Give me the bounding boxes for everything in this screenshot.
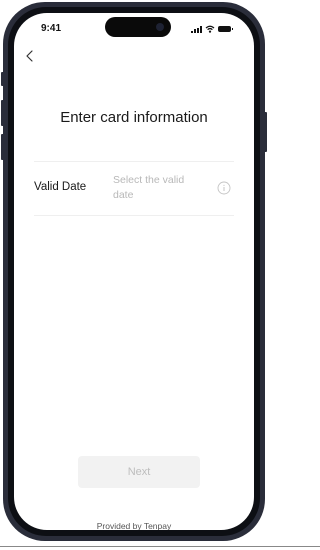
status-icons	[191, 24, 233, 34]
valid-date-row[interactable]: Valid Date Select the valid date	[34, 161, 234, 215]
dynamic-island	[105, 17, 171, 37]
page-title: Enter card information	[60, 109, 208, 126]
camera-icon	[156, 23, 164, 31]
volume-down-button	[1, 134, 4, 160]
valid-date-label: Valid Date	[34, 181, 87, 193]
next-button[interactable]: Next	[78, 456, 200, 488]
phone-bezel: 9:41 Enter card information Valid Date S…	[8, 7, 260, 536]
volume-up-button	[1, 100, 4, 126]
battery-icon	[218, 26, 233, 32]
valid-date-picker[interactable]: Select the valid date	[113, 173, 203, 203]
divider-bottom	[34, 215, 234, 216]
provider-footer: Provided by Tenpay	[96, 521, 172, 530]
phone-frame: 9:41 Enter card information Valid Date S…	[1, 2, 267, 541]
wifi-icon	[205, 25, 215, 33]
power-button	[264, 112, 267, 152]
info-icon[interactable]	[217, 181, 231, 195]
chevron-left-icon	[26, 50, 33, 62]
status-bar: 9:41	[14, 13, 254, 45]
back-button[interactable]	[22, 45, 42, 67]
status-time: 9:41	[41, 23, 62, 34]
signal-icon	[191, 25, 202, 33]
page-edge-line	[0, 546, 320, 547]
mute-switch	[1, 72, 4, 86]
app-screen: 9:41 Enter card information Valid Date S…	[14, 13, 254, 530]
